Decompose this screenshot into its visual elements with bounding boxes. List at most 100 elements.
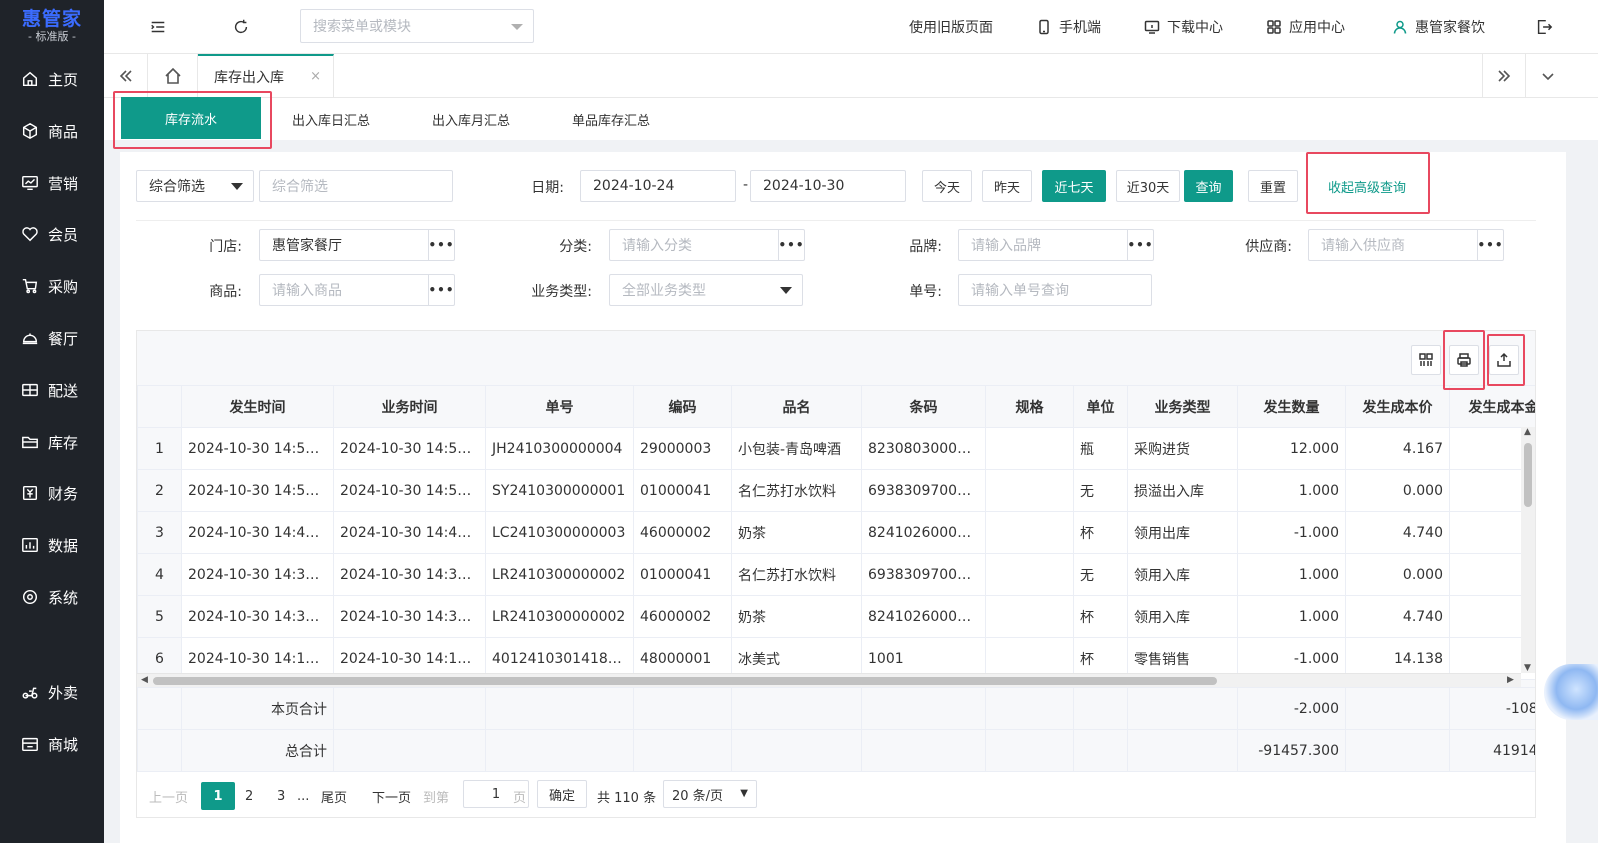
- sidebar-item-purchase[interactable]: 采购: [0, 266, 104, 306]
- column-settings-icon[interactable]: [1411, 345, 1441, 375]
- user-menu[interactable]: 惠管家餐饮: [1392, 17, 1485, 37]
- horizontal-scrollbar[interactable]: ◀ ▶: [137, 673, 1521, 687]
- scroll-thumb[interactable]: [153, 677, 1217, 685]
- supplier-input[interactable]: 请输入供应商 •••: [1308, 229, 1504, 261]
- cloche-icon: [20, 328, 40, 348]
- subtab-monthly-summary[interactable]: 出入库月汇总: [432, 98, 510, 140]
- home-tab-icon[interactable]: [148, 54, 198, 98]
- date-to-input[interactable]: 2024-10-30: [750, 170, 906, 202]
- last-page-button[interactable]: 尾页: [321, 782, 347, 810]
- filter-select[interactable]: 综合筛选: [136, 170, 254, 202]
- tabs-menu-chevron-icon[interactable]: [1526, 54, 1570, 98]
- sidebar-item-marketing[interactable]: 营销: [0, 163, 104, 203]
- yesterday-button[interactable]: 昨天: [982, 170, 1032, 202]
- column-header[interactable]: 发生成本金: [1449, 385, 1535, 428]
- more-dots-icon[interactable]: •••: [778, 230, 804, 260]
- today-button[interactable]: 今天: [922, 170, 972, 202]
- column-header[interactable]: 发生数量: [1237, 385, 1346, 428]
- column-header[interactable]: 单号: [485, 385, 634, 428]
- product-input[interactable]: 请输入商品 •••: [259, 274, 455, 306]
- row-index: 5: [137, 595, 182, 638]
- column-header[interactable]: 发生时间: [181, 385, 334, 428]
- reset-button[interactable]: 重置: [1248, 170, 1298, 202]
- table-row[interactable]: 4 2024-10-30 14:36:17 2024-10-30 14:36:16 L…: [137, 553, 1535, 596]
- sidebar-item-takeout[interactable]: 外卖: [0, 672, 104, 712]
- orderno-input[interactable]: 请输入单号查询: [958, 274, 1152, 306]
- menu-search-input[interactable]: 搜索菜单或模块: [300, 9, 534, 43]
- table-cell: 杯: [1073, 511, 1128, 554]
- column-header[interactable]: 发生成本价: [1345, 385, 1450, 428]
- filter-keyword-input[interactable]: 综合筛选: [259, 170, 453, 202]
- table-row[interactable]: 1 2024-10-30 14:59:25 2024-10-30 14:59:24 J…: [137, 427, 1535, 470]
- page-2-button[interactable]: 2: [245, 782, 253, 810]
- sidebar-item-inventory[interactable]: 库存: [0, 422, 104, 462]
- app-center-link[interactable]: 应用中心: [1266, 17, 1345, 37]
- category-input[interactable]: 请输入分类 •••: [609, 229, 805, 261]
- export-icon[interactable]: [1489, 345, 1519, 375]
- biztype-select[interactable]: 全部业务类型: [609, 274, 803, 306]
- page-size-select[interactable]: 20 条/页 ▼: [663, 780, 757, 808]
- sidebar-item-mall[interactable]: 商城: [0, 724, 104, 764]
- query-button[interactable]: 查询: [1184, 170, 1233, 202]
- page-1-button[interactable]: 1: [201, 782, 235, 810]
- brand-input[interactable]: 请输入品牌 •••: [958, 229, 1154, 261]
- mobile-link[interactable]: 手机端: [1036, 17, 1101, 37]
- table-cell: 2024-10-30 14:52:29: [333, 469, 486, 512]
- tab-inventory-io[interactable]: 库存出入库 ×: [198, 54, 334, 98]
- column-header[interactable]: 业务时间: [333, 385, 486, 428]
- tabs-scroll-right-icon[interactable]: [1482, 54, 1526, 98]
- column-header[interactable]: 规格: [985, 385, 1074, 428]
- table-row[interactable]: 3 2024-10-30 14:42:51 2024-10-30 14:42:51 L…: [137, 511, 1535, 554]
- column-header[interactable]: 品名: [731, 385, 862, 428]
- table-row[interactable]: 5 2024-10-30 14:36:17 2024-10-30 14:36:16 L…: [137, 595, 1535, 638]
- sidebar-item-finance[interactable]: 财务: [0, 473, 104, 513]
- last-30-days-button[interactable]: 近30天: [1116, 170, 1180, 202]
- more-dots-icon[interactable]: •••: [1477, 230, 1503, 260]
- scroll-right-icon[interactable]: ▶: [1507, 675, 1514, 685]
- page-3-button[interactable]: 3: [277, 782, 285, 810]
- sidebar-item-members[interactable]: 会员: [0, 214, 104, 254]
- prev-page-button[interactable]: 上一页: [149, 782, 188, 810]
- column-header[interactable]: 条码: [861, 385, 986, 428]
- logout-icon[interactable]: [1534, 17, 1554, 37]
- column-header[interactable]: 编码: [633, 385, 732, 428]
- tabs-scroll-left-icon[interactable]: [104, 54, 148, 98]
- next-page-button[interactable]: 下一页: [372, 782, 411, 810]
- store-input[interactable]: 惠管家餐厅 •••: [259, 229, 455, 261]
- scroll-down-icon[interactable]: ▼: [1524, 663, 1531, 673]
- table-row[interactable]: 2 2024-10-30 14:52:30 2024-10-30 14:52:29 S…: [137, 469, 1535, 512]
- sidebar-item-system[interactable]: 系统: [0, 577, 104, 617]
- more-dots-icon[interactable]: •••: [428, 230, 454, 260]
- last-7-days-button[interactable]: 近七天: [1042, 170, 1106, 202]
- assistant-bubble-icon[interactable]: [1544, 664, 1598, 720]
- sidebar-item-delivery[interactable]: 配送: [0, 370, 104, 410]
- caret-down-icon: [780, 287, 792, 294]
- old-page-link[interactable]: 使用旧版页面: [909, 17, 993, 37]
- close-icon[interactable]: ×: [310, 69, 321, 84]
- print-icon[interactable]: [1449, 345, 1479, 375]
- confirm-button[interactable]: 确定: [537, 780, 587, 808]
- collapse-advanced-button[interactable]: 收起高级查询: [1312, 170, 1422, 202]
- sidebar-item-data[interactable]: 数据: [0, 525, 104, 565]
- table-cell: 无: [1073, 469, 1128, 512]
- scroll-up-icon[interactable]: ▲: [1524, 427, 1531, 437]
- subtab-daily-summary[interactable]: 出入库日汇总: [292, 98, 370, 140]
- menu-collapse-icon[interactable]: [148, 17, 168, 37]
- more-dots-icon[interactable]: •••: [428, 275, 454, 305]
- sidebar-item-home[interactable]: 主页: [0, 59, 104, 99]
- sidebar-item-restaurant[interactable]: 餐厅: [0, 318, 104, 358]
- scroll-left-icon[interactable]: ◀: [141, 675, 148, 685]
- refresh-icon[interactable]: [231, 17, 251, 37]
- scroll-thumb[interactable]: [1524, 443, 1532, 507]
- subtab-stock-flow[interactable]: 库存流水: [121, 97, 261, 139]
- subtab-item-summary[interactable]: 单品库存汇总: [572, 98, 650, 140]
- column-header[interactable]: 单位: [1073, 385, 1128, 428]
- supplier-placeholder: 请输入供应商: [1321, 238, 1405, 254]
- vertical-scrollbar[interactable]: ▲ ▼: [1521, 427, 1535, 673]
- table-cell: 6938309700526: [861, 553, 986, 596]
- download-center-link[interactable]: 下载中心: [1144, 17, 1223, 37]
- more-dots-icon[interactable]: •••: [1127, 230, 1153, 260]
- date-from-input[interactable]: 2024-10-24: [580, 170, 736, 202]
- sidebar-item-products[interactable]: 商品: [0, 111, 104, 151]
- column-header[interactable]: 业务类型: [1127, 385, 1238, 428]
